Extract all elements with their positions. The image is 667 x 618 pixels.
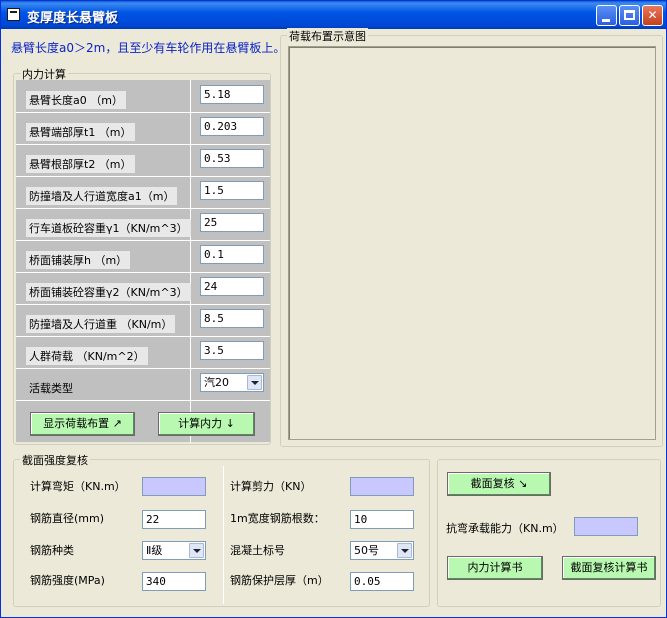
bar-type-value: Ⅱ级 [146,544,163,557]
close-icon: ✕ [647,8,658,22]
chevron-down-icon[interactable] [397,543,412,558]
maximize-button[interactable] [619,5,640,26]
window-title: 变厚度长悬臂板 [27,11,119,26]
section-check-group: 截面强度复核 计算弯矩（KN.m） 计算剪力（KN） 钢筋直径(mm) 22 1… [13,452,430,607]
check-action-group: 截面复核 ↘ 抗弯承载能力（KN.m） 内力计算书 截面复核计算书 [437,459,661,607]
root-thickness-label: 悬臂根部厚t2 （m） [26,155,135,173]
concrete-grade-value: 50号 [354,544,379,557]
section-check-legend: 截面强度复核 [20,452,90,468]
pavement-density-label: 桥面铺装砼容重γ2（KN/m^3） [26,283,191,301]
row-divider [16,400,270,401]
barrier-weight-label: 防撞墙及人行道重 （KN/m） [26,315,176,333]
live-load-label: 活载类型 [29,382,73,395]
title-bar[interactable]: 变厚度长悬臂板 ✕ [1,1,666,29]
cantilever-length-input[interactable]: 5.18 [200,85,264,104]
bar-strength-label: 钢筋强度(MPa) [30,574,105,587]
end-thickness-label: 悬臂端部厚t1 （m） [26,123,135,141]
live-load-select[interactable]: 汽20 [200,373,264,392]
end-thickness-input[interactable]: 0.203 [200,117,264,136]
barrier-width-input[interactable]: 1.5 [200,181,264,200]
row-divider [16,304,270,305]
app-icon [7,8,20,21]
barrier-width-label: 防撞墙及人行道宽度a1（m） [26,187,178,205]
shear-label: 计算剪力（KN） [230,480,312,493]
row-divider [16,368,270,369]
condition-note: 悬臂长度a0＞2m，且至少有车轮作用在悬臂板上。 [11,41,286,55]
minimize-button[interactable] [596,5,617,26]
barrier-weight-input[interactable]: 8.5 [200,309,264,328]
root-thickness-input[interactable]: 0.53 [200,149,264,168]
deck-density-label: 行车道板砼容重γ1（KN/m^3） [26,219,191,237]
crowd-load-input[interactable]: 3.5 [200,341,264,360]
minimize-icon [602,19,610,22]
bar-count-label: 1m宽度钢筋根数： [230,512,325,525]
row-divider [16,176,270,177]
row-divider [16,112,270,113]
bar-strength-input[interactable]: 340 [142,572,206,591]
moment-output [142,477,206,496]
capacity-output [574,517,638,536]
bar-type-label: 钢筋种类 [30,544,74,557]
pavement-thickness-label: 桥面铺装厚h （m） [26,251,131,269]
load-diagram-canvas [288,46,656,440]
maximize-icon [624,10,635,20]
load-diagram-legend: 荷载布置示意图 [287,28,368,44]
bar-diameter-label: 钢筋直径(mm) [30,512,105,525]
check-report-button[interactable]: 截面复核计算书 [562,556,656,580]
close-button[interactable]: ✕ [642,5,663,26]
row-divider [16,208,270,209]
cantilever-length-label: 悬臂长度a0 （m） [26,91,126,109]
concrete-grade-select[interactable]: 50号 [350,541,414,560]
internal-force-group: 内力计算 悬臂长度a0 （m） 5.18 悬臂端部厚t1 （m） 0.203 悬… [13,66,271,445]
concrete-grade-label: 混凝土标号 [230,544,285,557]
deck-density-input[interactable]: 25 [200,213,264,232]
capacity-label: 抗弯承载能力（KN.m） [446,522,564,535]
calculate-force-button[interactable]: 计算内力 ↓ [158,412,255,436]
column-divider [190,80,191,442]
pavement-thickness-input[interactable]: 0.1 [200,245,264,264]
chevron-down-icon[interactable] [247,375,262,390]
bar-type-select[interactable]: Ⅱ级 [142,541,206,560]
row-divider [16,144,270,145]
section-check-button[interactable]: 截面复核 ↘ [447,472,551,496]
bar-diameter-input[interactable]: 22 [142,510,206,529]
cover-thickness-input[interactable]: 0.05 [350,572,414,591]
show-load-layout-button[interactable]: 显示荷载布置 ↗ [30,412,135,436]
chevron-down-icon[interactable] [189,543,204,558]
force-report-button[interactable]: 内力计算书 [447,556,543,580]
row-divider [16,336,270,337]
row-divider [16,240,270,241]
shear-output [350,477,414,496]
cover-thickness-label: 钢筋保护层厚（m） [230,574,329,587]
pavement-density-input[interactable]: 24 [200,277,264,296]
crowd-load-label: 人群荷载 （KN/m^2） [26,347,148,365]
row-divider [16,272,270,273]
live-load-value: 汽20 [204,376,229,389]
section-divider [223,466,224,604]
moment-label: 计算弯矩（KN.m） [30,480,126,493]
internal-force-panel: 悬臂长度a0 （m） 5.18 悬臂端部厚t1 （m） 0.203 悬臂根部厚t… [16,80,270,442]
main-window: 变厚度长悬臂板 ✕ 悬臂长度a0＞2m，且至少有车轮作用在悬臂板上。 内力计算 … [0,0,667,618]
bar-count-input[interactable]: 10 [350,510,414,529]
